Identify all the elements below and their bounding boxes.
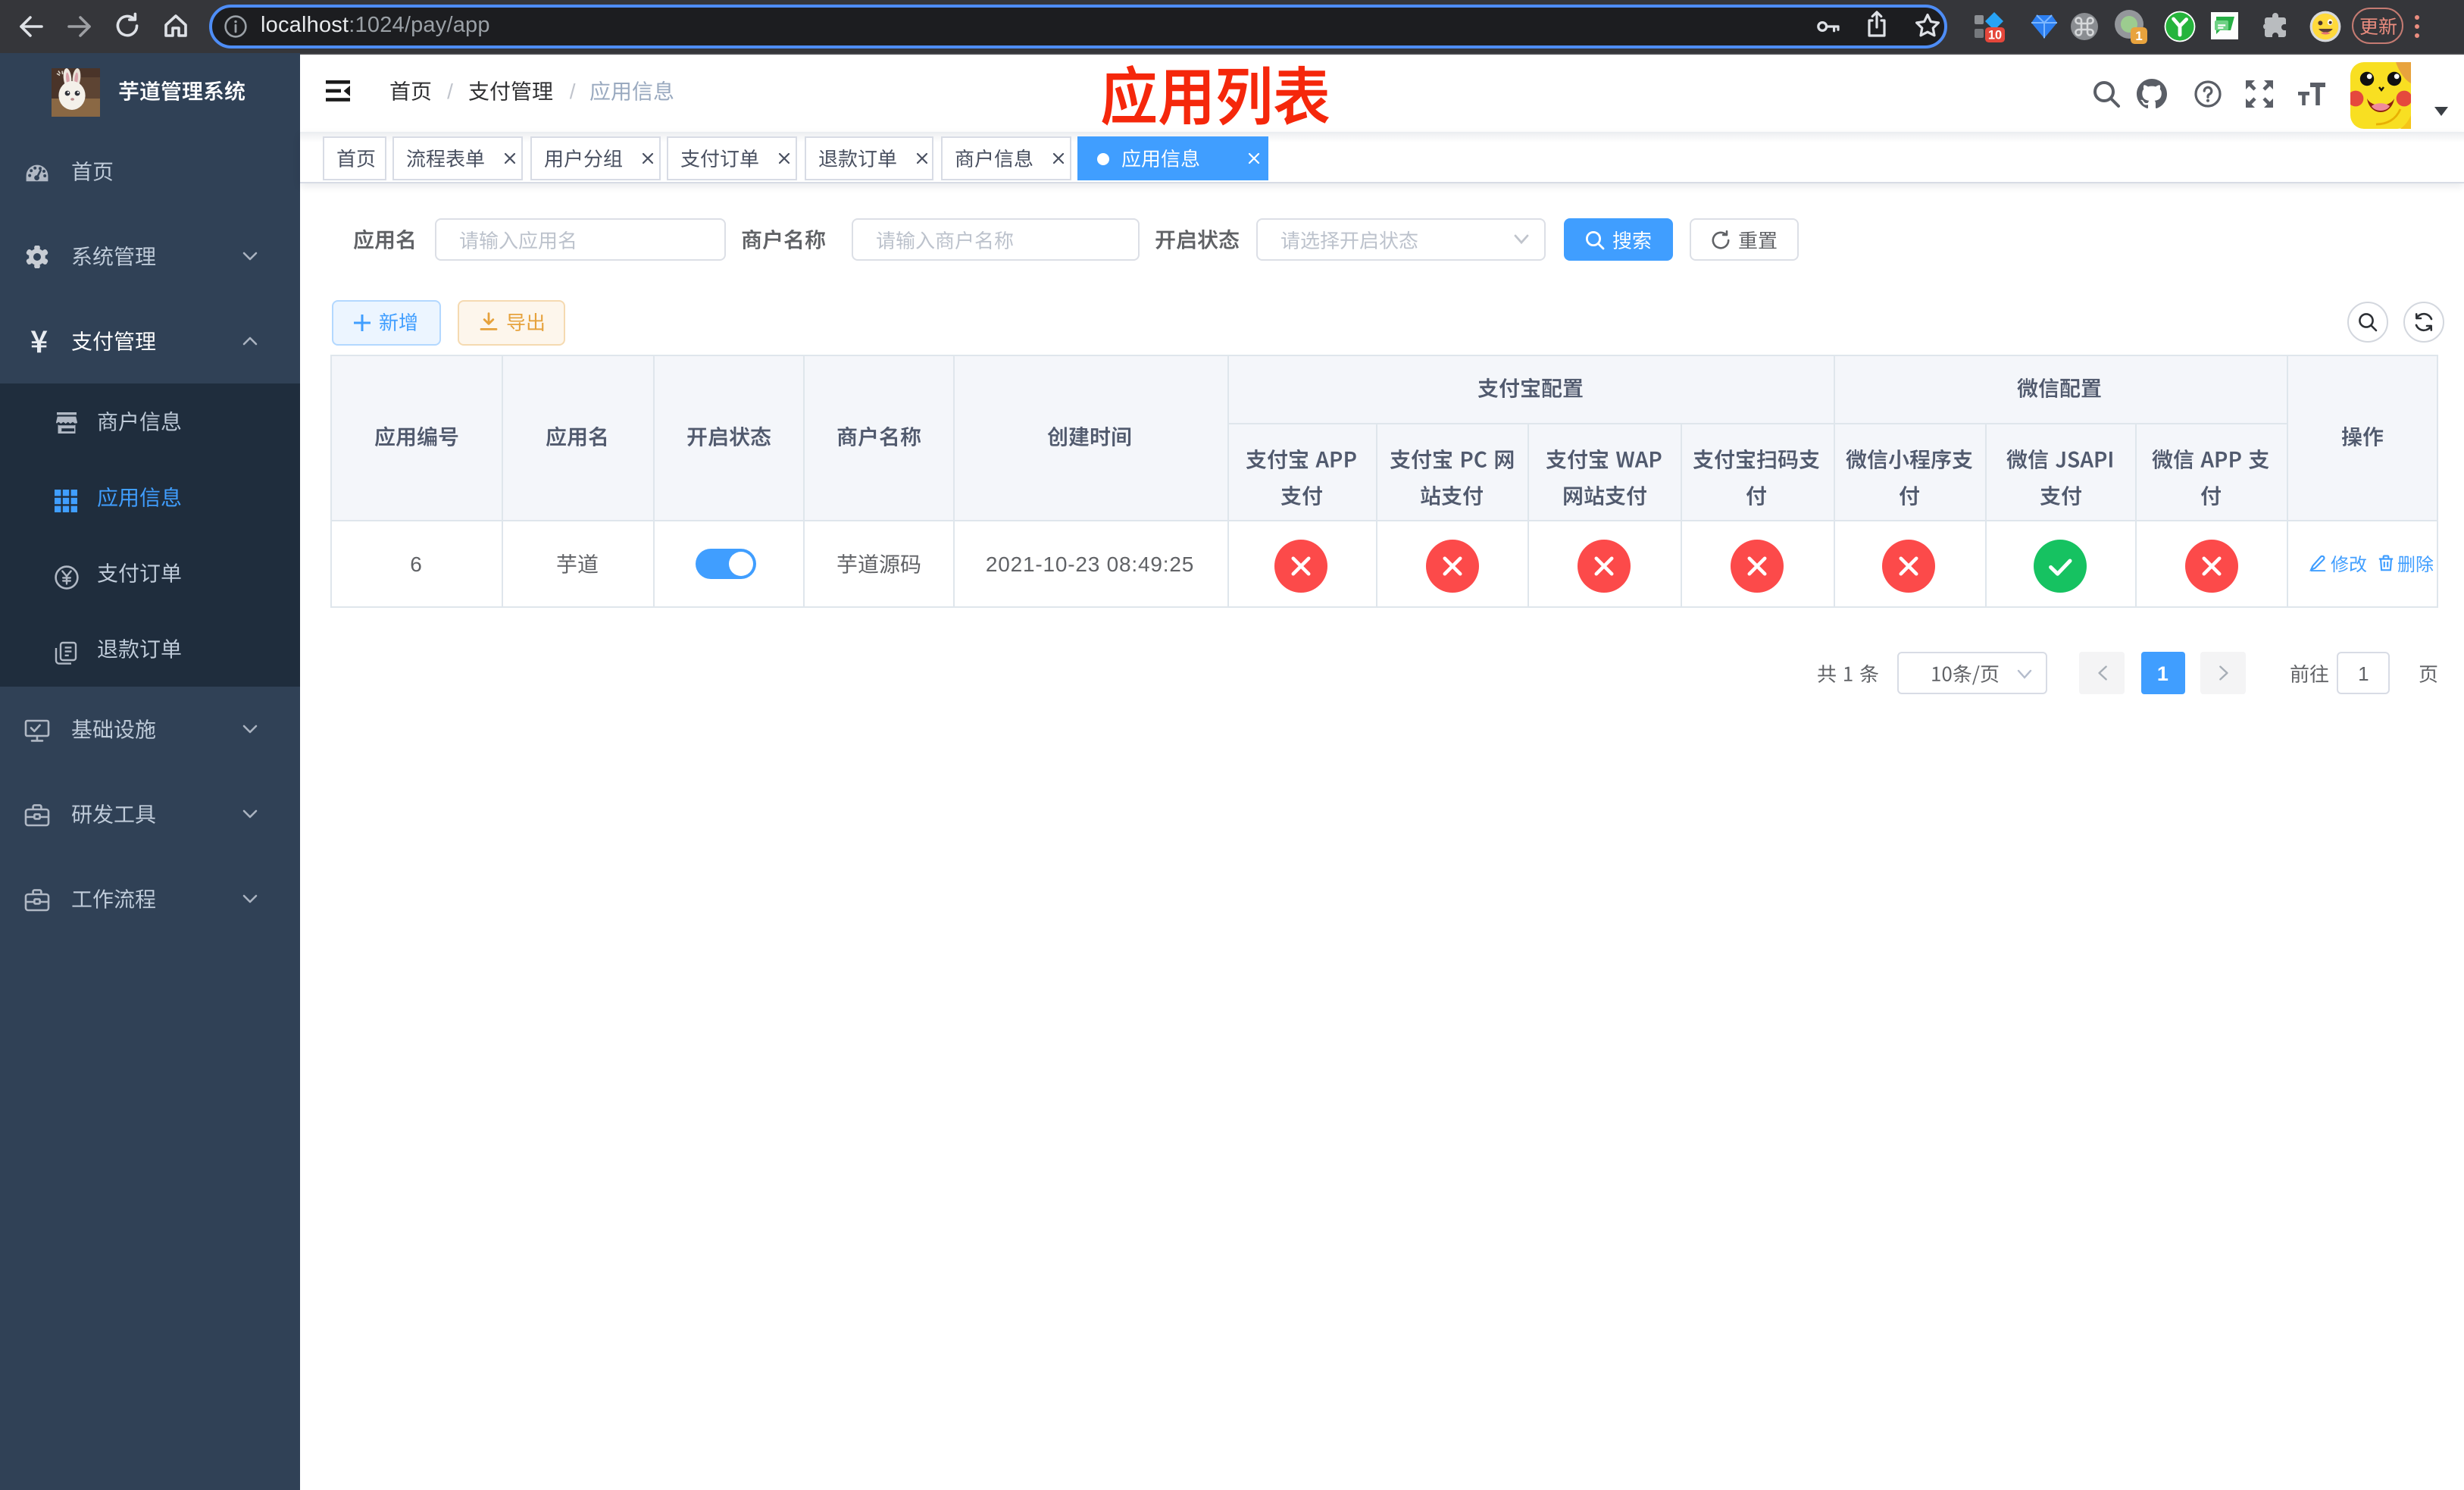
svg-text:1: 1 (2135, 29, 2142, 43)
svg-text:10: 10 (1988, 29, 2002, 42)
